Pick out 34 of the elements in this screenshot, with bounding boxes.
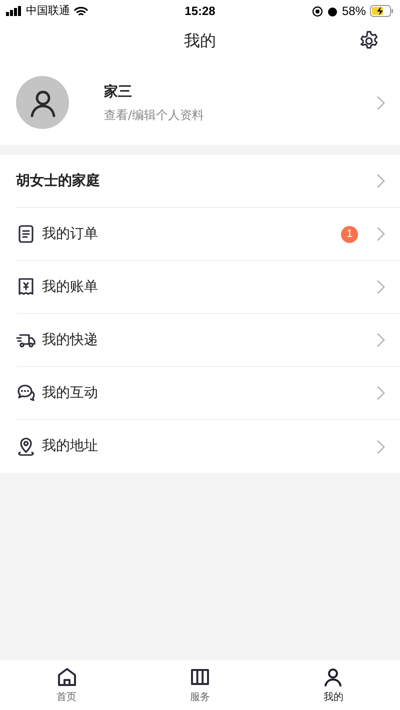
clock-time: 15:28	[184, 3, 216, 20]
chevron-right-icon	[376, 94, 386, 110]
menu-item[interactable]: 我的订单 1	[16, 208, 400, 261]
chevron-right-icon	[376, 332, 386, 348]
tab-bar-item[interactable]: 我的	[266, 660, 400, 710]
chat-icon	[16, 383, 36, 403]
battery-charging-icon	[370, 5, 394, 17]
user-icon	[28, 88, 56, 116]
battery-percentage: 58%	[342, 3, 366, 20]
notification-badge: 1	[341, 226, 358, 242]
tab-bar-item[interactable]: 首页	[0, 660, 134, 710]
chevron-right-icon	[376, 385, 386, 401]
chevron-right-icon	[376, 438, 386, 454]
profile-name: 家三	[104, 82, 133, 102]
menu-item[interactable]: 我的地址	[16, 420, 400, 473]
home-icon	[56, 666, 78, 688]
menu-item[interactable]: 胡女士的家庭	[16, 155, 400, 208]
wifi-icon	[74, 6, 88, 16]
chevron-right-icon	[376, 226, 386, 242]
tab-bar-item[interactable]: 服务	[133, 660, 267, 710]
menu-item[interactable]: 我的互动	[16, 367, 400, 420]
signal-icon	[6, 6, 22, 16]
receipt-icon	[16, 277, 36, 297]
chevron-right-icon	[376, 279, 386, 295]
profile-subtitle: 查看/编辑个人资料	[104, 106, 206, 124]
page-title: 我的	[184, 30, 216, 52]
chevron-right-icon	[376, 173, 386, 189]
profile-row[interactable]: 家三 查看/编辑个人资料	[0, 60, 400, 145]
carrier-name: 中国联通	[26, 2, 70, 19]
location-pin-icon	[16, 436, 36, 456]
menu-item[interactable]: 我的快递	[16, 314, 400, 367]
menu-item[interactable]: 我的账单	[16, 261, 400, 314]
document-icon	[16, 224, 36, 244]
user-icon	[322, 666, 344, 688]
